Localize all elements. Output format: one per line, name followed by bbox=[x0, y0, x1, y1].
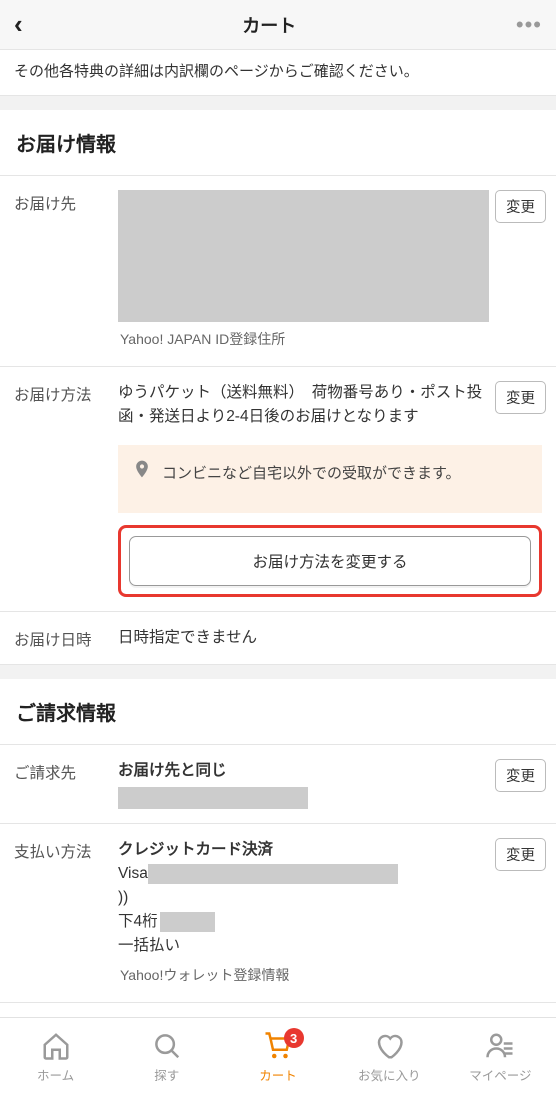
delivery-address-row: お届け先 Yahoo! JAPAN ID登録住所 変更 bbox=[0, 176, 556, 367]
delivery-method-text: ゆうパケット（送料無料） 荷物番号あり・ポスト投函・発送日より2-4日後のお届け… bbox=[118, 381, 489, 429]
more-button[interactable]: ••• bbox=[516, 12, 542, 38]
delivery-section: お届け情報 お届け先 Yahoo! JAPAN ID登録住所 変更 お届け方法 … bbox=[0, 110, 556, 665]
pickup-message: コンビニなど自宅以外での受取ができます。 bbox=[162, 462, 461, 483]
location-pin-icon bbox=[132, 459, 152, 485]
tab-bar: ホーム 探す 3 カート お気に入り マイページ bbox=[0, 1017, 556, 1097]
billing-section-title: ご請求情報 bbox=[0, 679, 556, 745]
heart-icon bbox=[374, 1031, 404, 1061]
billto-text: お届け先と同じ bbox=[118, 759, 489, 783]
person-icon bbox=[485, 1031, 515, 1061]
tab-fav-label: お気に入り bbox=[358, 1065, 421, 1084]
tab-home-label: ホーム bbox=[37, 1065, 74, 1084]
page-title: カート bbox=[242, 12, 296, 38]
delivery-datetime-row: お届け日時 日時指定できません bbox=[0, 612, 556, 665]
payment-paren: )) bbox=[118, 886, 489, 910]
delivery-address-label: お届け先 bbox=[14, 190, 118, 214]
change-address-button[interactable]: 変更 bbox=[495, 190, 546, 223]
payment-redacted-2 bbox=[160, 912, 215, 932]
tab-mypage[interactable]: マイページ bbox=[445, 1018, 556, 1097]
tab-favorites[interactable]: お気に入り bbox=[334, 1018, 445, 1097]
payment-installment: 一括払い bbox=[118, 934, 489, 958]
payment-caption: Yahoo!ウォレット登録情報 bbox=[118, 964, 291, 988]
address-redacted bbox=[118, 190, 489, 322]
tab-mypage-label: マイページ bbox=[469, 1065, 531, 1084]
payment-label: 支払い方法 bbox=[14, 838, 118, 862]
pickup-info-box: コンビニなど自宅以外での受取ができます。 bbox=[118, 445, 542, 513]
tab-search[interactable]: 探す bbox=[111, 1018, 222, 1097]
payment-last4-prefix: 下4桁 bbox=[118, 913, 158, 930]
payment-row: 支払い方法 クレジットカード決済 Visa )) 下4桁 一括払い Yahoo!… bbox=[0, 824, 556, 1003]
delivery-method-row: お届け方法 ゆうパケット（送料無料） 荷物番号あり・ポスト投函・発送日より2-4… bbox=[0, 367, 556, 612]
payment-redacted-1 bbox=[148, 864, 398, 884]
cart-badge: 3 bbox=[284, 1028, 304, 1048]
billing-section: ご請求情報 ご請求先 お届け先と同じ 変更 支払い方法 クレジットカード決済 V… bbox=[0, 679, 556, 1003]
payment-visa: Visa bbox=[118, 865, 148, 882]
change-delivery-method-button[interactable]: お届け方法を変更する bbox=[129, 536, 531, 586]
confirm-block: 【確認事項】 免責事項 お買い物ガイド 返品について 注文者情報、配送先情報、決… bbox=[0, 1003, 556, 1017]
tab-cart[interactable]: 3 カート bbox=[222, 1018, 333, 1097]
change-billto-button[interactable]: 変更 bbox=[495, 759, 546, 792]
search-icon bbox=[152, 1031, 182, 1061]
billto-label: ご請求先 bbox=[14, 759, 118, 783]
home-icon bbox=[41, 1031, 71, 1061]
tab-home[interactable]: ホーム bbox=[0, 1018, 111, 1097]
back-button[interactable]: ‹ bbox=[14, 9, 23, 40]
header: ‹ カート ••• bbox=[0, 0, 556, 50]
delivery-datetime-label: お届け日時 bbox=[14, 626, 118, 650]
billto-row: ご請求先 お届け先と同じ 変更 bbox=[0, 745, 556, 824]
tab-search-label: 探す bbox=[154, 1065, 179, 1084]
content: その他各特典の詳細は内訳欄のページからご確認ください。 お届け情報 お届け先 Y… bbox=[0, 50, 556, 1017]
delivery-section-title: お届け情報 bbox=[0, 110, 556, 176]
payment-title: クレジットカード決済 bbox=[118, 838, 489, 862]
change-method-button[interactable]: 変更 bbox=[495, 381, 546, 414]
delivery-method-label: お届け方法 bbox=[14, 381, 118, 405]
benefits-notice: その他各特典の詳細は内訳欄のページからご確認ください。 bbox=[0, 50, 556, 96]
tab-cart-label: カート bbox=[259, 1065, 297, 1084]
delivery-datetime-text: 日時指定できません bbox=[118, 626, 546, 650]
address-caption: Yahoo! JAPAN ID登録住所 bbox=[118, 328, 287, 352]
change-payment-button[interactable]: 変更 bbox=[495, 838, 546, 871]
pickup-highlight: お届け方法を変更する bbox=[118, 525, 542, 597]
billto-redacted bbox=[118, 787, 308, 809]
